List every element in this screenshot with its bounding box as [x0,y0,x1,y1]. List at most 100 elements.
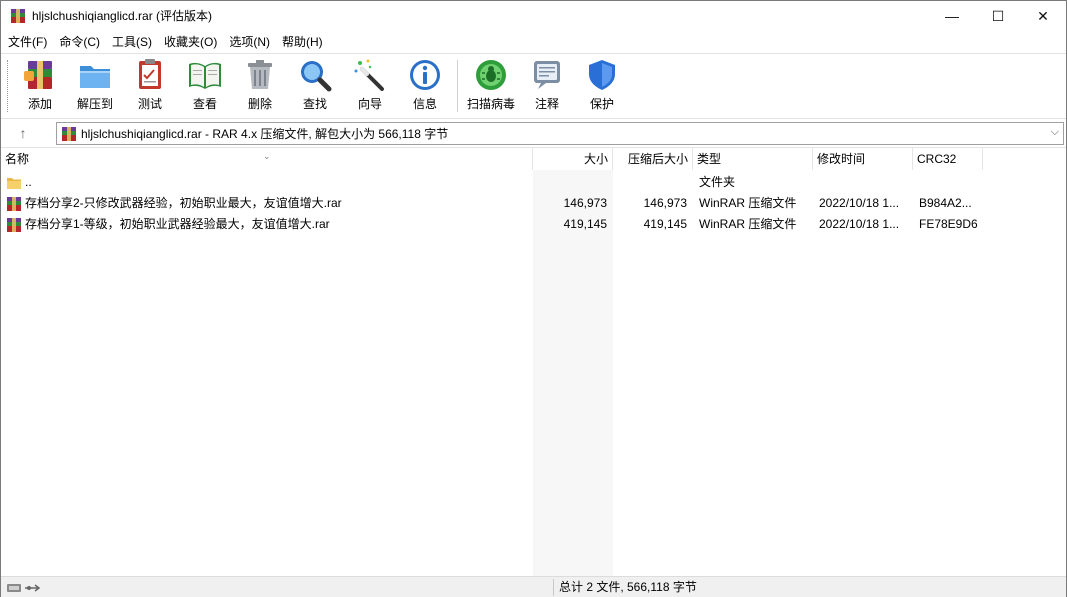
row-packed: 419,145 [643,217,687,231]
folder-icon [7,178,21,189]
test-button[interactable]: 测试 [125,57,175,115]
info-button[interactable]: 信息 [400,57,450,115]
winrar-window: hljslchushiqianglicd.rar (评估版本) — ☐ ✕ 文件… [0,0,1067,597]
row-modified [819,172,911,193]
menu-bar: 文件(F) 命令(C) 工具(S) 收藏夹(O) 选项(N) 帮助(H) [1,32,1066,52]
title-bar[interactable]: hljslchushiqianglicd.rar (评估版本) — ☐ ✕ [1,1,1066,31]
file-list[interactable]: 名称 ⌄ 大小 压缩后大小 类型 修改时间 CRC32 .. 文件夹 存档分享2… [1,147,1066,576]
test-icon [139,59,161,89]
scan-virus-label: 扫描病毒 [466,97,515,111]
row-packed: 146,973 [643,196,687,210]
row-size [537,172,607,193]
menu-tools[interactable]: 工具(S) [108,33,156,51]
column-header-crc[interactable]: CRC32 [913,148,983,170]
find-button[interactable]: 查找 [290,57,340,115]
list-item-parent-folder[interactable]: .. 文件夹 [1,172,1066,193]
status-bar: 总计 2 文件, 566,118 字节 [1,576,1066,597]
up-folder-button[interactable]: ↑ [14,124,32,142]
extract-to-label: 解压到 [76,97,113,111]
protect-label: 保护 [589,97,614,111]
row-type: WinRAR 压缩文件 [699,217,797,231]
menu-commands[interactable]: 命令(C) [55,33,104,51]
close-button[interactable]: ✕ [1020,1,1066,31]
column-header-row: 名称 ⌄ 大小 压缩后大小 类型 修改时间 CRC32 [1,148,1066,170]
toolbar-separator [457,60,458,112]
sort-indicator-icon: ⌄ [263,151,271,161]
rar-file-icon [7,218,21,232]
add-label: 添加 [27,97,52,111]
up-arrow-icon: ↑ [19,125,27,141]
row-crc: FE78E9D6 [919,217,978,231]
view-button[interactable]: 查看 [180,57,230,115]
scan-virus-icon [476,60,506,90]
column-packed-label: 压缩后大小 [627,152,688,166]
row-size: 419,145 [563,217,607,231]
list-item-archive-1[interactable]: 存档分享1-等级，初始职业武器经验最大，友谊值增大.rar 419,145 41… [1,214,1066,235]
comment-label: 注释 [534,97,559,111]
menu-options[interactable]: 选项(N) [225,33,274,51]
toolbar-grip[interactable] [7,60,10,112]
column-header-packed[interactable]: 压缩后大小 [613,148,693,170]
view-book-icon [189,62,221,89]
minimize-button[interactable]: — [929,1,975,31]
archive-path-text: hljslchushiqianglicd.rar - RAR 4.x 压缩文件,… [81,127,449,141]
column-header-name[interactable]: 名称 ⌄ [1,148,533,170]
row-name: 存档分享1-等级，初始职业武器经验最大，友谊值增大.rar [25,217,330,231]
protect-button[interactable]: 保护 [577,57,627,115]
maximize-icon: ☐ [991,7,1005,24]
column-type-label: 类型 [697,152,722,166]
row-packed [617,172,687,193]
window-title: hljslchushiqianglicd.rar (评估版本) [32,9,213,23]
wizard-button[interactable]: 向导 [345,57,395,115]
comment-button[interactable]: 注释 [522,57,572,115]
delete-label: 删除 [247,97,272,111]
row-modified: 2022/10/18 1... [819,196,900,210]
extract-to-button[interactable]: 解压到 [70,57,120,115]
rar-file-icon [7,197,21,211]
column-modified-label: 修改时间 [817,152,866,166]
drive-status-icon[interactable] [7,582,43,594]
address-bar: ↑ hljslchushiqianglicd.rar - RAR 4.x 压缩文… [1,118,1066,146]
menu-favorites[interactable]: 收藏夹(O) [160,33,221,51]
row-crc [919,172,981,193]
add-button[interactable]: 添加 [15,57,65,115]
find-magnifier-icon [301,61,332,92]
row-type: WinRAR 压缩文件 [699,196,797,210]
row-name: 存档分享2-只修改武器经验，初始职业最大，友谊值增大.rar [25,196,342,210]
view-label: 查看 [192,97,217,111]
scan-virus-button[interactable]: 扫描病毒 [463,57,519,115]
menu-file[interactable]: 文件(F) [4,33,51,51]
chevron-down-icon[interactable]: ⌵ [1051,126,1059,139]
info-icon [410,60,440,90]
rar-file-icon [62,127,76,141]
extract-to-icon [80,66,110,88]
column-crc-label: CRC32 [917,152,957,166]
test-label: 测试 [137,97,162,111]
row-size: 146,973 [563,196,607,210]
archive-path-field[interactable]: hljslchushiqianglicd.rar - RAR 4.x 压缩文件,… [56,122,1064,145]
add-archive-icon [24,61,52,89]
menu-help[interactable]: 帮助(H) [278,33,327,51]
list-item-archive-2[interactable]: 存档分享2-只修改武器经验，初始职业最大，友谊值增大.rar 146,973 1… [1,193,1066,214]
close-icon: ✕ [1037,7,1049,24]
info-label: 信息 [412,97,437,111]
status-divider [553,579,554,596]
minimize-icon: — [945,8,959,24]
toolbar: 添加 解压到 测试 查看 删除 查找 向导 信息 扫描病毒 注释 保护 [1,53,1066,117]
row-modified: 2022/10/18 1... [819,217,900,231]
column-header-modified[interactable]: 修改时间 [813,148,913,170]
wizard-label: 向导 [357,97,382,111]
wizard-wand-icon [354,59,384,91]
delete-button[interactable]: 删除 [235,57,285,115]
maximize-button[interactable]: ☐ [975,1,1021,31]
protect-shield-icon [589,60,615,90]
column-size-label: 大小 [583,152,608,166]
row-type: 文件夹 [699,175,736,189]
column-name-label: 名称 [5,152,30,166]
row-crc: B984A2... [919,196,972,210]
column-header-size[interactable]: 大小 [533,148,613,170]
status-summary: 总计 2 文件, 566,118 字节 [559,580,697,594]
comment-icon [534,61,560,89]
delete-trash-icon [248,60,272,89]
column-header-type[interactable]: 类型 [693,148,813,170]
